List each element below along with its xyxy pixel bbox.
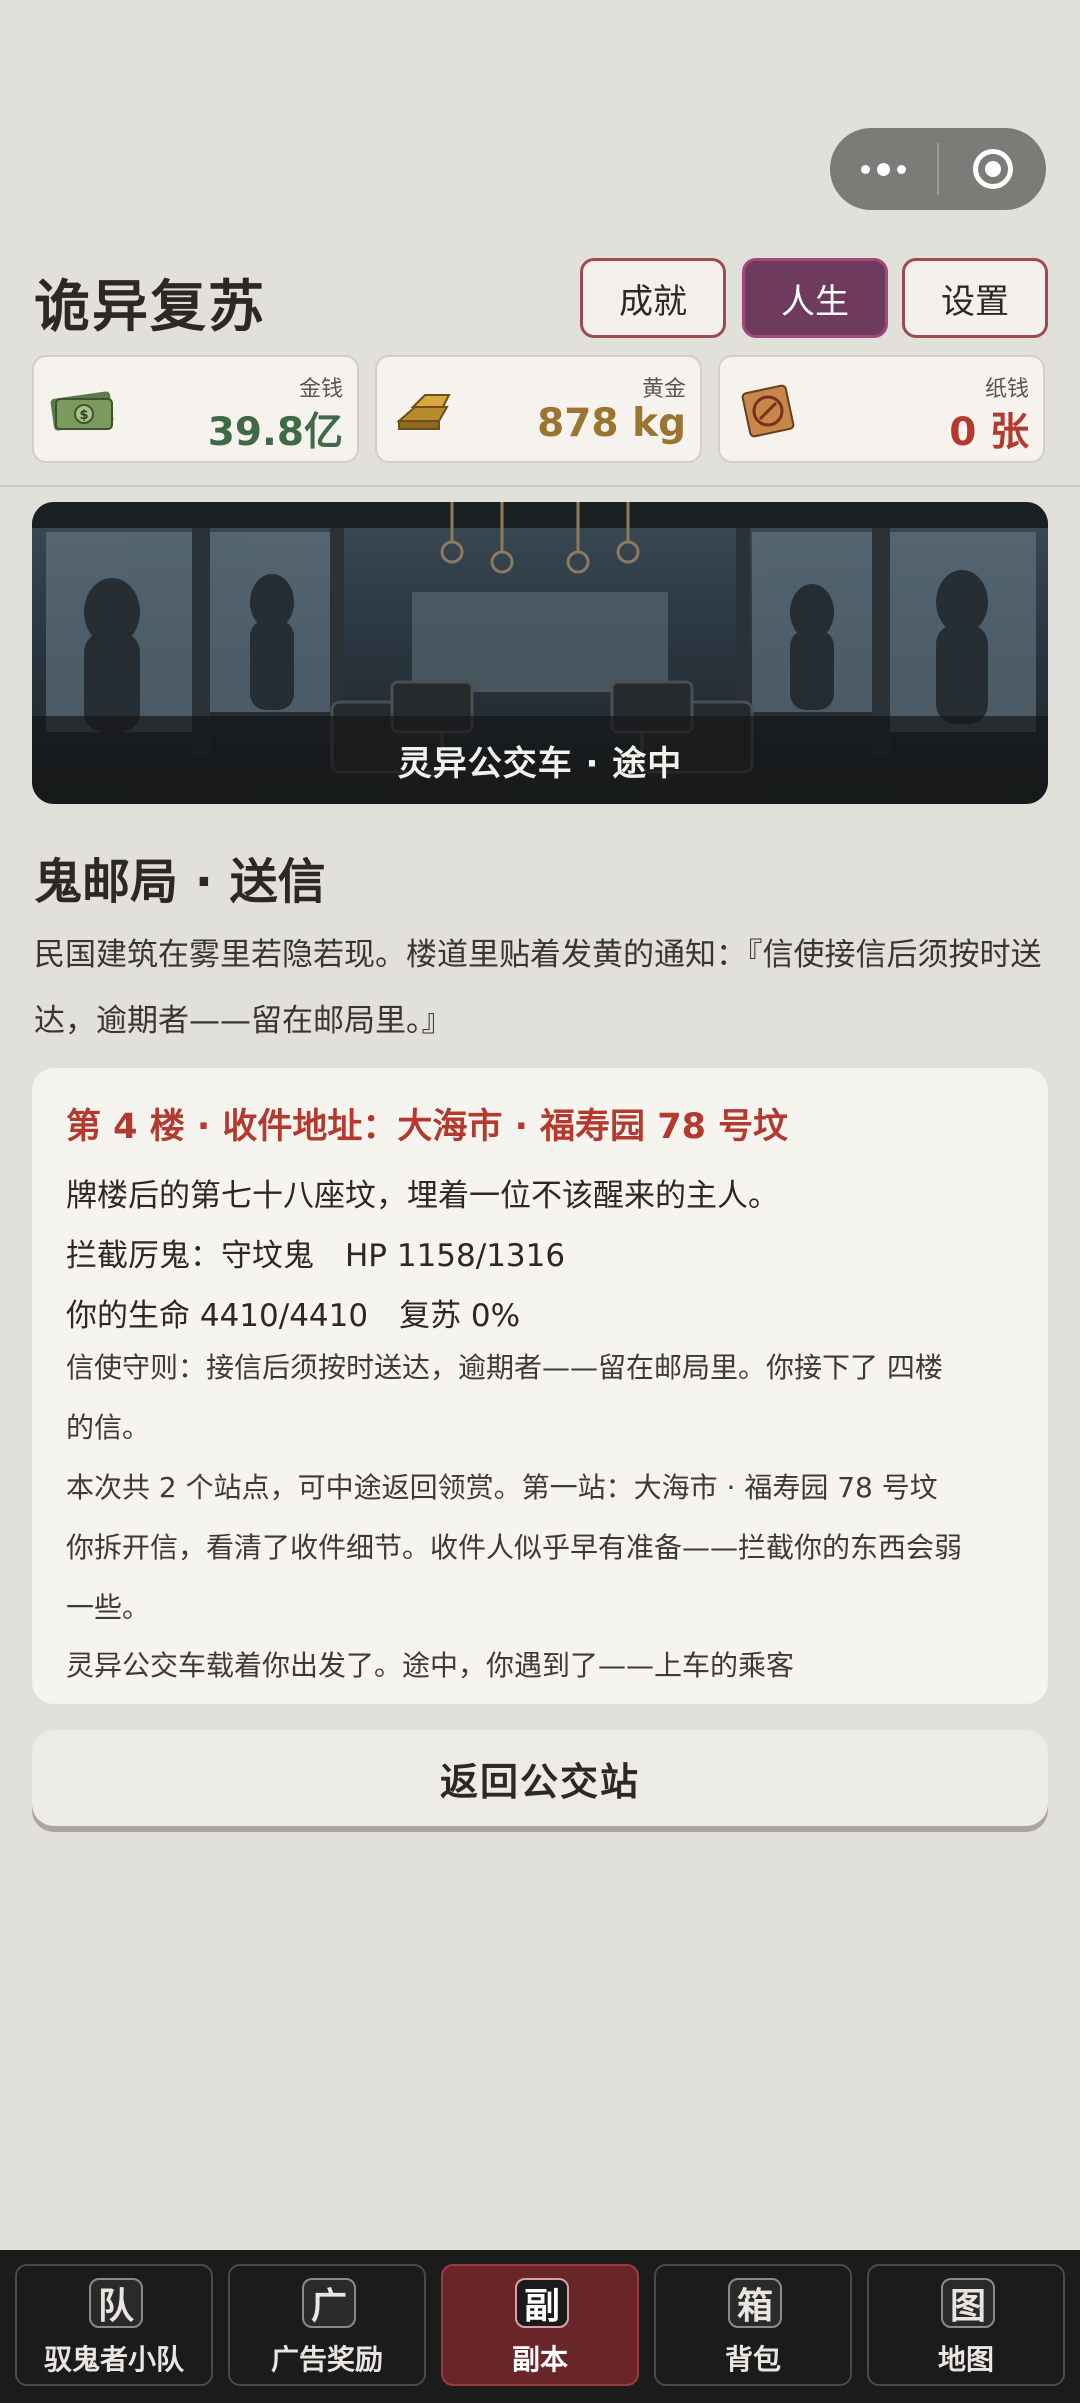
tab-team-label: 驭鬼者小队: [43, 2343, 184, 2376]
gold-value: 878 kg: [537, 401, 686, 446]
tab-map-label: 地图: [937, 2343, 994, 2376]
paper-money-value: 0 张: [949, 410, 1029, 455]
svg-text:$: $: [79, 408, 88, 423]
tab-ad-rewards[interactable]: 广 广告奖励: [228, 2264, 426, 2386]
encounter-log: 灵异公交车载着你出发了。途中，你遇到了——上车的乘客: [66, 1649, 795, 1682]
target-icon: [972, 149, 1013, 189]
letter-detail-cont: 一些。: [66, 1591, 151, 1624]
gold-card: 黄金 878 kg: [375, 355, 702, 463]
tab-map[interactable]: 图 地图: [867, 2264, 1065, 2386]
tab-team[interactable]: 队 驭鬼者小队: [15, 2264, 213, 2386]
paper-money-label: 纸钱: [984, 377, 1029, 402]
bottom-nav: 队 驭鬼者小队 广 广告奖励 副 副本 箱 背包 图 地图: [0, 2250, 1080, 2403]
paper-money-card: 纸钱 0 张: [718, 355, 1045, 463]
money-card: $ 金钱 39.8亿: [32, 355, 359, 463]
tab-dungeon-label: 副本: [511, 2343, 568, 2376]
header-divider: [0, 485, 1080, 487]
rule-line-cont: 的信。: [66, 1411, 151, 1444]
map-icon: 图: [941, 2278, 995, 2328]
paper-money-icon: [741, 384, 795, 438]
miniprogram-capsule: [830, 128, 1046, 210]
more-dots-icon: [861, 162, 906, 176]
life-button[interactable]: 人生: [742, 258, 888, 338]
section-title: 鬼邮局 · 送信: [34, 854, 326, 910]
delivery-card: 第 4 楼 · 收件地址：大海市 · 福寿园 78 号坟 牌楼后的第七十八座坟，…: [32, 1068, 1048, 1704]
money-icon: $: [50, 391, 114, 431]
gold-bar-icon: [396, 394, 451, 430]
player-status: 你的生命 4410/4410 复苏 0%: [66, 1298, 521, 1334]
money-label: 金钱: [298, 377, 343, 402]
section-intro: 民国建筑在雾里若隐若现。楼道里贴着发黄的通知：『信使接信后须按时送达，逾期者——…: [34, 937, 1042, 1039]
tab-backpack[interactable]: 箱 背包: [654, 2264, 852, 2386]
settings-button[interactable]: 设置: [902, 258, 1048, 338]
dungeon-banner: 灵异公交车 · 途中: [32, 502, 1048, 804]
rule-line: 信使守则：接信后须按时送达，逾期者——留在邮局里。你接下了 四楼: [66, 1351, 943, 1384]
money-value: 39.8亿: [207, 410, 343, 455]
dungeon-icon: 副: [515, 2278, 569, 2328]
app-title: 诡异复苏: [34, 275, 266, 340]
ad-icon: 广: [302, 2278, 356, 2328]
gold-label: 黄金: [641, 377, 686, 402]
tab-backpack-label: 背包: [724, 2343, 781, 2376]
location-description: 牌楼后的第七十八座坟，埋着一位不该醒来的主人。: [66, 1178, 779, 1214]
team-icon: 队: [89, 2278, 143, 2328]
more-button[interactable]: [830, 128, 937, 210]
tab-dungeon[interactable]: 副 副本: [441, 2264, 639, 2386]
return-to-bus-stop-button[interactable]: 返回公交站: [32, 1730, 1048, 1826]
station-info: 本次共 2 个站点，可中途返回领赏。第一站：大海市 · 福寿园 78 号坟: [66, 1471, 938, 1504]
enemy-status: 拦截厉鬼：守坟鬼 HP 1158/1316: [66, 1238, 566, 1274]
letter-detail: 你拆开信，看清了收件细节。收件人似乎早有准备——拦截你的东西会弱: [66, 1531, 963, 1564]
banner-caption: 灵异公交车 · 途中: [32, 716, 1048, 804]
tab-ad-rewards-label: 广告奖励: [270, 2343, 383, 2376]
floor-headline: 第 4 楼 · 收件地址：大海市 · 福寿园 78 号坟: [66, 1107, 789, 1147]
backpack-icon: 箱: [728, 2278, 782, 2328]
achievements-button[interactable]: 成就: [580, 258, 726, 338]
close-miniprogram-button[interactable]: [939, 128, 1046, 210]
